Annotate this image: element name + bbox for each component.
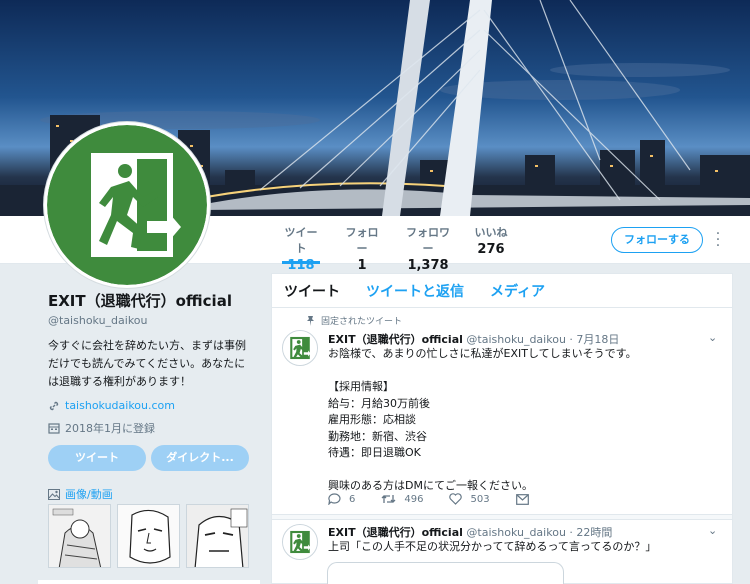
tab-tweets-and-replies[interactable]: ツイートと返信 [366, 281, 464, 301]
manga-thumbnail-image [187, 505, 248, 567]
chevron-down-icon[interactable]: ⌄ [708, 331, 717, 344]
profile-card: EXIT（退職代行）official @taishoku_daikou 今すぐに… [48, 290, 258, 436]
pinned-indicator: 固定されたツイート [306, 314, 402, 327]
stat-followers-value: 1,378 [407, 258, 449, 273]
tweet-author-name[interactable]: EXIT（退職代行）official [328, 526, 463, 539]
envelope-icon [515, 493, 529, 505]
tweet-actions: 6 496 503 [328, 493, 555, 505]
profile-website[interactable]: taishokudaikou.com [48, 399, 258, 412]
tweet-text: お陰様で、あまりの忙しさに私達がEXITしてしまいそうです。 【採用情報】 給与… [328, 347, 637, 492]
reply-icon [328, 493, 341, 505]
more-options-icon[interactable]: · · · [713, 227, 723, 253]
media-thumbnail[interactable] [186, 504, 249, 568]
profile-avatar[interactable] [44, 122, 210, 288]
stat-likes[interactable]: いいね 276 [474, 224, 508, 257]
tweet-time[interactable]: · 7月18日 [569, 333, 619, 346]
direct-message-button[interactable]: ダイレクト... [151, 445, 249, 471]
heart-icon [449, 493, 463, 505]
media-label: 画像/動画 [65, 488, 113, 501]
joined-text: 2018年1月に登録 [65, 422, 155, 435]
tweet-header: EXIT（退職代行）official @taishoku_daikou · 22… [328, 524, 612, 540]
stat-tweets[interactable]: ツイート 118 [282, 224, 320, 273]
tweet-time[interactable]: · 22時間 [569, 526, 612, 539]
profile-card-bottom [38, 580, 260, 584]
image-icon [48, 488, 60, 500]
stat-followers[interactable]: フォロワー 1,378 [402, 224, 454, 273]
timeline: ツイート ツイートと返信 メディア 固定されたツイート EXIT（退職代行）of… [271, 273, 733, 584]
chevron-down-icon[interactable]: ⌄ [708, 524, 717, 537]
tweet-avatar[interactable] [282, 524, 318, 560]
timeline-tabs: ツイート ツイートと返信 メディア [272, 274, 732, 308]
stat-followers-label: フォロワー [406, 226, 450, 255]
tweet-author-handle[interactable]: @taishoku_daikou [466, 333, 566, 346]
stat-tweets-label: ツイート [284, 226, 318, 255]
media-thumbnails [48, 504, 249, 568]
link-icon [49, 401, 59, 410]
like-action[interactable]: 503 [449, 493, 490, 505]
exit-logo-icon [283, 331, 317, 365]
profile-handle: @taishoku_daikou [48, 314, 148, 327]
follow-button[interactable]: フォローする [611, 227, 703, 253]
profile-name: EXIT（退職代行）official [48, 292, 232, 310]
media-thumbnail[interactable] [117, 504, 180, 568]
tweet-divider [272, 514, 732, 520]
tab-media[interactable]: メディア [490, 281, 545, 301]
tweet-text: 上司「この人手不足の状況分かってて辞めるって言ってるのか？」 [328, 540, 657, 553]
calendar-icon [48, 423, 60, 434]
media-section-header[interactable]: 画像/動画 [48, 486, 113, 502]
tweet-header: EXIT（退職代行）official @taishoku_daikou · 7月… [328, 331, 619, 347]
retweet-icon [381, 495, 396, 503]
reply-action[interactable]: 6 [328, 493, 355, 505]
tweet-to-button[interactable]: ツイート [48, 445, 146, 471]
retweet-action[interactable]: 496 [381, 493, 423, 505]
retweet-count: 496 [404, 493, 424, 505]
reply-count: 6 [349, 493, 356, 505]
tweet-author-handle[interactable]: @taishoku_daikou [466, 526, 566, 539]
stat-likes-value: 276 [477, 242, 505, 257]
tweet-avatar[interactable] [282, 330, 318, 366]
dm-action[interactable] [515, 493, 529, 505]
manga-thumbnail-image [49, 505, 110, 567]
exit-logo-icon [47, 125, 207, 285]
stat-likes-label: いいね [474, 226, 508, 239]
profile-bio: 今すぐに会社を辞めたい方、まずは事例だけでも読んでみてください。あなたには退職す… [48, 339, 246, 388]
manga-thumbnail-image [118, 505, 179, 567]
exit-logo-icon [283, 525, 317, 559]
pin-icon [307, 315, 314, 326]
tab-tweets[interactable]: ツイート [284, 281, 340, 301]
pinned-label: 固定されたツイート [321, 317, 403, 327]
website-link[interactable]: taishokudaikou.com [65, 399, 175, 412]
stat-tweets-value: 118 [287, 258, 315, 273]
profile-joined: 2018年1月に登録 [48, 420, 258, 436]
stat-following-value: 1 [357, 258, 367, 273]
stat-following[interactable]: フォロー 1 [341, 224, 383, 273]
stat-following-label: フォロー [345, 226, 379, 255]
media-thumbnail[interactable] [48, 504, 111, 568]
tweet-author-name[interactable]: EXIT（退職代行）official [328, 333, 463, 346]
like-count: 503 [470, 493, 490, 505]
tweet-media-preview[interactable] [327, 562, 564, 584]
profile-action-buttons: ツイート ダイレクト... [48, 445, 249, 471]
